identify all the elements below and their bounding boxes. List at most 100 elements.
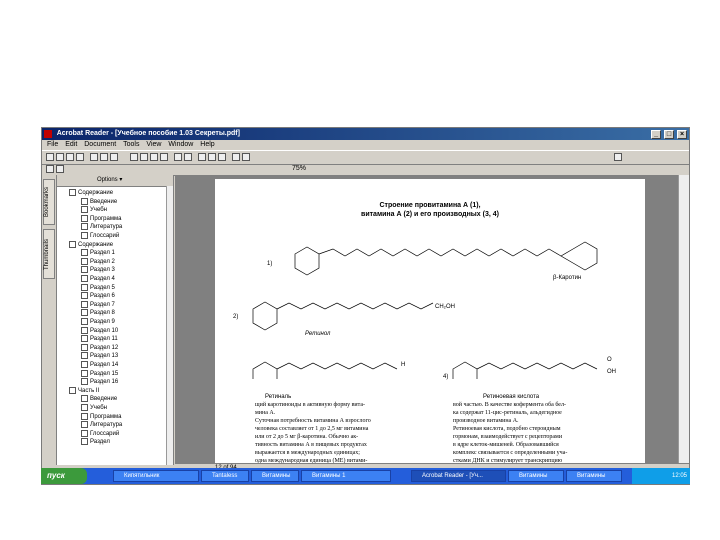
bookmark-icon [81,421,88,429]
bookmark-item[interactable]: Учебн [81,206,107,214]
bookmark-item[interactable]: Раздел 8 [81,309,115,317]
bookmark-item[interactable]: Раздел 10 [81,326,118,335]
text-line: комплекс связывается с определенными уча… [453,450,568,456]
taskbar-item[interactable]: Витамины 1 [301,470,391,482]
bookmark-icon [81,214,88,222]
first-page-icon[interactable] [130,153,138,161]
tab-bookmarks[interactable]: Bookmarks [43,179,55,225]
bookmark-item[interactable]: Раздел 15 [81,369,118,378]
menu-view[interactable]: View [146,141,161,148]
bookmarks-pane: Options ▾ Содержание Введение Учебн Програм… [57,175,174,465]
bookmark-item[interactable]: Программа [81,214,121,223]
bookmark-item[interactable]: Введение [81,395,117,403]
bookmark-label: Раздел 7 [90,301,115,308]
menu-help[interactable]: Help [200,141,214,148]
bookmark-item[interactable]: Учебн [81,404,107,412]
beta-ionone-ring-left [294,246,320,276]
options-menu[interactable]: Options [97,177,118,183]
bookmark-item[interactable]: Глоссарий [81,429,119,438]
text-line: выражается в международных единицах; [255,450,360,456]
carboxyl-oh: OH [607,369,616,375]
go-forward-icon[interactable] [184,153,192,161]
bookmark-item[interactable]: Раздел 7 [81,300,115,309]
bookmark-item[interactable]: Литература [81,223,122,231]
bookmark-icon [81,343,88,351]
menu-document[interactable]: Document [84,141,116,148]
open-icon[interactable] [46,153,54,161]
go-back-icon[interactable] [174,153,182,161]
bookmark-item[interactable]: Программа [81,412,121,421]
acrobat-window: Acrobat Reader - [Учебное пособие 1.03 С… [41,127,690,485]
bookmark-item[interactable]: Введение [81,197,117,206]
bookmark-item[interactable]: Содержание [69,240,113,249]
bookmark-item[interactable]: Раздел 12 [81,343,119,352]
email-icon[interactable] [76,153,84,161]
menu-tools[interactable]: Tools [123,141,139,148]
taskbar-item-active[interactable]: Acrobat Reader - [Уч... [411,470,506,482]
select-text-icon[interactable] [110,153,118,161]
actual-size-icon[interactable] [198,153,206,161]
polyene-chain-1 [318,248,562,257]
save-icon[interactable] [56,153,64,161]
document-view: Строение провитамина А (1), витамина А (… [175,175,679,463]
graphics-select-icon[interactable] [56,165,64,173]
bookmark-item[interactable]: Раздел 2 [81,257,115,266]
next-page-icon[interactable] [150,153,158,161]
minimize-button[interactable]: _ [651,130,662,139]
start-button[interactable]: пуск [41,468,87,484]
close-button[interactable]: × [677,130,687,139]
find-icon[interactable] [242,153,250,161]
print-icon[interactable] [66,153,74,161]
bookmark-item[interactable]: Раздел 1 [81,249,115,257]
taskbar-item[interactable]: Tantaless [201,470,249,482]
text-line: Ретиноевая кислота, подобно стероидным [453,426,561,432]
zoom-level[interactable]: 75% [292,163,306,175]
menu-file[interactable]: File [47,141,58,148]
bookmark-label: Раздел 8 [90,310,115,317]
hand-tool-icon[interactable] [90,153,98,161]
bookmark-item[interactable]: Раздел 4 [81,275,115,283]
text-line: ка содержат 11-цис-ретиналь, альдегидное [453,410,562,416]
fit-page-icon[interactable] [208,153,216,161]
taskbar-item[interactable]: Витамины [251,470,299,482]
chevron-down-icon[interactable]: ▾ [119,177,122,183]
bookmark-item[interactable]: Раздел 16 [81,378,118,386]
tab-thumbnails[interactable]: Thumbnails [43,229,55,279]
bookmark-item[interactable]: Раздел 14 [81,361,118,369]
taskbar-item[interactable]: Витамины [566,470,622,482]
taskbar-item[interactable]: Кипятильник [113,470,199,482]
bookmark-item[interactable]: Часть II [69,386,99,395]
bookmark-icon [81,326,88,334]
bookmark-item[interactable]: Раздел 11 [81,335,118,343]
bookmark-label: Раздел 12 [90,344,119,351]
bookmarks-scrollbar[interactable] [166,186,173,465]
zoom-tool-icon[interactable] [100,153,108,161]
bookmark-item[interactable]: Глоссарий [81,232,119,240]
bookmark-item[interactable]: Литература [81,421,122,429]
document-vertical-scrollbar[interactable] [678,175,689,463]
bookmark-icon [81,335,88,343]
menu-window[interactable]: Window [168,141,193,148]
bookmark-item[interactable]: Раздел 13 [81,352,118,360]
bookmark-item[interactable]: Раздел 6 [81,292,115,300]
last-page-icon[interactable] [160,153,168,161]
bookmark-item[interactable]: Содержание [69,189,113,197]
text-line: вой частью. В качестве кофермента оба бе… [453,402,566,408]
bookmark-item[interactable]: Раздел 9 [81,318,115,326]
rotate-icon[interactable] [232,153,240,161]
maximize-button[interactable]: □ [664,130,675,139]
bookmark-item[interactable]: Раздел [81,438,110,446]
bookmark-icon [81,309,88,317]
bookmark-item[interactable]: Раздел 5 [81,283,115,292]
text-select-icon[interactable] [46,165,54,173]
retinal-label: Ретиналь [265,394,292,400]
fit-width-icon[interactable] [218,153,226,161]
prev-page-icon[interactable] [140,153,148,161]
text-line: или от 2 до 5 мг β-каротина. Обычно ак- [255,434,359,440]
bookmark-item[interactable]: Раздел 3 [81,266,115,274]
taskbar-item[interactable]: Витамины [508,470,564,482]
menu-edit[interactable]: Edit [65,141,77,148]
bookmark-icon [81,223,88,231]
bookmark-label: Раздел 5 [90,284,115,291]
bookmark-icon [81,378,88,386]
